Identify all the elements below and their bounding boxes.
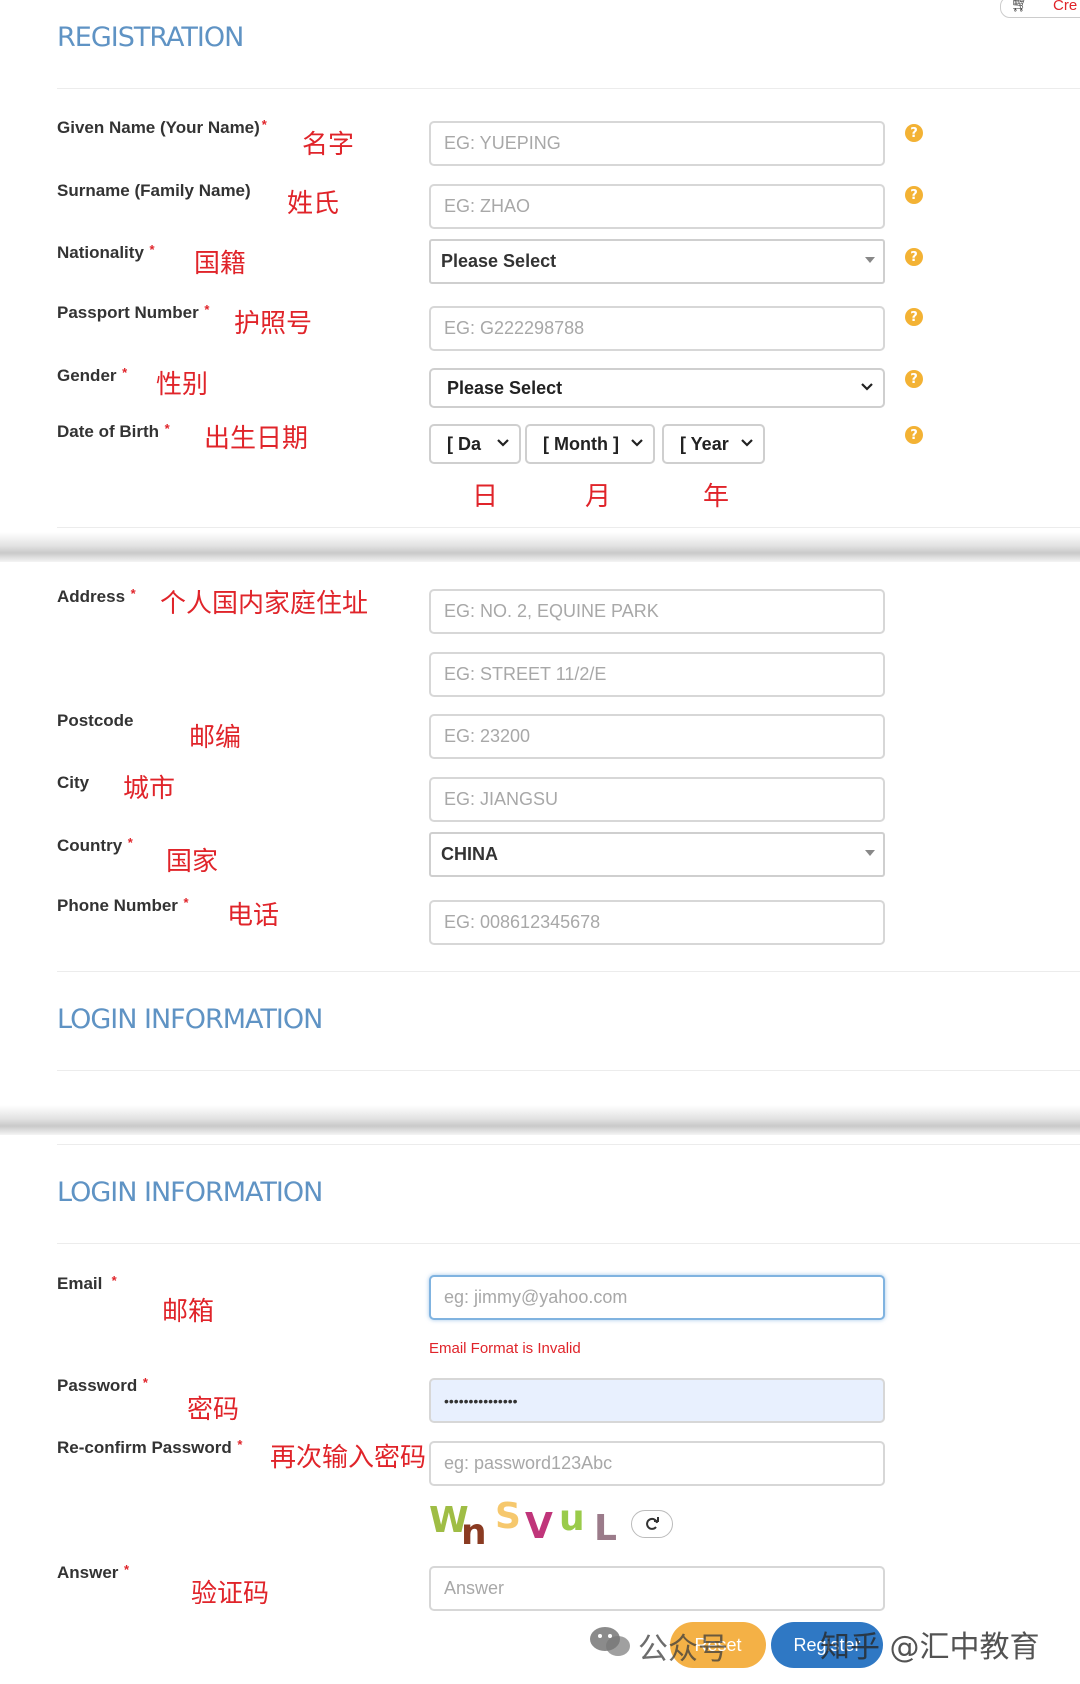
gender-cn-label: 性别: [156, 370, 209, 400]
chevron-down-icon: [497, 439, 509, 447]
nationality-select[interactable]: Please Select: [429, 239, 885, 284]
phone-cn-label: 电话: [227, 901, 280, 931]
captcha-char: n: [461, 1512, 487, 1553]
captcha-char: L: [594, 1508, 617, 1549]
captcha-char: u: [559, 1498, 585, 1539]
given-name-cn-label: 名字: [302, 130, 355, 160]
divider: [57, 971, 1080, 972]
captcha-char: S: [495, 1496, 521, 1537]
country-cn-label: 国家: [166, 847, 219, 877]
password-label: Password *: [57, 1375, 148, 1395]
passport-cn-label: 护照号: [234, 309, 313, 339]
help-icon[interactable]: ?: [905, 248, 923, 266]
address-label: Address *: [57, 586, 136, 606]
surname-input[interactable]: [429, 184, 885, 229]
city-label: City: [57, 773, 90, 792]
captcha-refresh-button[interactable]: [631, 1510, 673, 1538]
email-input[interactable]: [429, 1275, 885, 1320]
postcode-label: Postcode: [57, 711, 134, 730]
country-select[interactable]: CHINA: [429, 832, 885, 877]
password-value: •••••••••••••••: [444, 1392, 518, 1409]
divider: [57, 1243, 1080, 1244]
phone-input[interactable]: [429, 900, 885, 945]
given-name-label: Given Name (Your Name) *: [57, 117, 267, 137]
watermark-wechat: 公众号: [638, 1632, 728, 1667]
surname-cn-label: 姓氏: [287, 189, 340, 219]
city-cn-label: 城市: [123, 774, 176, 804]
help-icon[interactable]: ?: [905, 370, 923, 388]
screenshot-seam: [0, 1105, 1080, 1135]
dob-year-select[interactable]: [ Year: [662, 424, 765, 464]
reconfirm-password-input[interactable]: [429, 1441, 885, 1486]
nationality-label: Nationality *: [57, 242, 155, 262]
passport-label: Passport Number *: [57, 302, 210, 322]
nationality-cn-label: 国籍: [194, 249, 247, 279]
address-line2-input[interactable]: [429, 652, 885, 697]
answer-label: Answer *: [57, 1562, 130, 1582]
nationality-value: Please Select: [441, 251, 557, 271]
country-label: Country *: [57, 835, 133, 855]
captcha-char: V: [525, 1506, 553, 1547]
country-value: CHINA: [441, 844, 498, 864]
dob-day-cn-label: 日: [472, 482, 499, 512]
login-title: LOGIN INFORMATION: [57, 1177, 323, 1208]
answer-cn-label: 验证码: [191, 1579, 270, 1609]
email-cn-label: 邮箱: [162, 1297, 215, 1327]
given-name-input[interactable]: [429, 121, 885, 166]
dob-day-value: [ Da: [447, 433, 482, 454]
captcha-image: W n S V u L: [429, 1496, 629, 1553]
email-error-text: Email Format is Invalid: [429, 1340, 581, 1357]
screenshot-seam: [0, 532, 1080, 562]
divider: [57, 527, 1080, 528]
surname-label: Surname (Family Name): [57, 181, 251, 200]
postcode-cn-label: 邮编: [189, 723, 242, 753]
help-icon[interactable]: ?: [905, 186, 923, 204]
password-input[interactable]: •••••••••••••••: [429, 1378, 885, 1423]
watermark-zhihu: 知乎 @汇中教育: [820, 1630, 1040, 1665]
gender-value: Please Select: [447, 377, 563, 398]
reconfirm-password-label: Re-confirm Password *: [57, 1437, 243, 1457]
dob-month-cn-label: 月: [585, 482, 612, 512]
email-label: Email *: [57, 1273, 117, 1293]
gender-select[interactable]: Please Select: [429, 368, 885, 408]
wechat-icon: [590, 1627, 630, 1656]
postcode-input[interactable]: [429, 714, 885, 759]
help-icon[interactable]: ?: [905, 124, 923, 142]
dob-label: Date of Birth *: [57, 421, 170, 441]
passport-input[interactable]: [429, 306, 885, 351]
cart-link[interactable]: Cre: [1053, 0, 1077, 14]
login-title-duplicate: LOGIN INFORMATION: [57, 1004, 323, 1035]
chevron-down-icon: [861, 383, 873, 391]
answer-input[interactable]: [429, 1566, 885, 1611]
cart-box[interactable]: 🛒︎ Cre: [1000, 0, 1080, 18]
dob-month-value: [ Month ]: [543, 433, 619, 454]
dob-year-value: [ Year: [680, 433, 729, 454]
reconfirm-password-cn-label: 再次输入密码: [270, 1443, 427, 1473]
dob-year-cn-label: 年: [703, 482, 730, 512]
divider: [57, 1070, 1080, 1071]
chevron-down-icon: [741, 439, 753, 447]
dob-month-select[interactable]: [ Month ]: [525, 424, 655, 464]
help-icon[interactable]: ?: [905, 308, 923, 326]
cart-icon: 🛒︎: [1011, 0, 1029, 12]
address-line1-input[interactable]: [429, 589, 885, 634]
caret-down-icon: [865, 257, 875, 263]
dob-day-select[interactable]: [ Da: [429, 424, 521, 464]
refresh-icon: [646, 1517, 659, 1530]
divider: [57, 1144, 1080, 1145]
city-input[interactable]: [429, 777, 885, 822]
caret-down-icon: [865, 850, 875, 856]
chevron-down-icon: [631, 439, 643, 447]
phone-label: Phone Number *: [57, 895, 189, 915]
registration-title: REGISTRATION: [57, 22, 244, 53]
address-cn-label: 个人国内家庭住址: [160, 589, 369, 619]
divider: [57, 88, 1080, 89]
dob-cn-label: 出生日期: [204, 424, 309, 454]
gender-label: Gender *: [57, 365, 128, 385]
help-icon[interactable]: ?: [905, 426, 923, 444]
password-cn-label: 密码: [187, 1395, 240, 1425]
